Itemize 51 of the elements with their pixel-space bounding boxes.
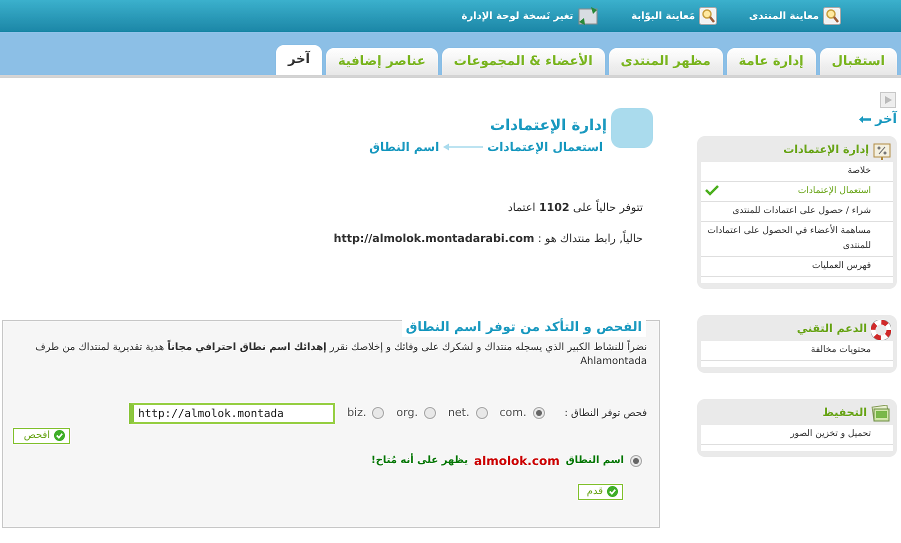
sidebar-item[interactable]: شراء / حصول على اعتمادات للمنتدى [701, 202, 893, 222]
extension-radio[interactable]: .com [500, 404, 544, 422]
extension-radio[interactable]: .org [396, 404, 436, 422]
arrow-left-icon [443, 143, 484, 151]
panel-title: إدارة الإعتمادات [783, 142, 869, 158]
domain-name: almolok.com [474, 452, 560, 470]
page-title: إدارة الإعتمادات [490, 115, 607, 136]
tab[interactable]: إدارة عامة [726, 48, 816, 75]
check-button[interactable]: افحص [13, 428, 70, 444]
radio-button[interactable] [532, 407, 544, 419]
title-decoration [611, 108, 653, 148]
sidebar-item[interactable]: مساهمة الأعضاء في الحصول على اعتمادات للمنتدى [701, 222, 893, 256]
top-link[interactable]: تغير نَسخة لوحة الإدارة [462, 6, 600, 26]
top-link[interactable]: معاينة المنتدى [749, 7, 841, 25]
sidebar-item[interactable]: خلاصة [701, 162, 893, 182]
panel-legend: الفحص و التأكد من توفر اسم النطاق [402, 318, 646, 337]
signboard-icon [873, 142, 891, 160]
radio-button[interactable] [630, 454, 642, 466]
arrow-left-icon [859, 116, 872, 124]
panel-title: التحفيظ [822, 405, 867, 422]
checkmark-circle-icon [607, 486, 618, 497]
tab[interactable]: آخر [276, 45, 322, 75]
tab[interactable]: استقبال [820, 48, 897, 75]
tab[interactable]: عناصر إضافية [326, 48, 438, 75]
tab[interactable]: الأعضاء & المجموعات [442, 48, 605, 75]
tab[interactable]: مظهر المنتدى [608, 48, 723, 75]
result-text: يظهر على أنه مُتاح! [371, 453, 468, 468]
extension-radio[interactable]: .biz [347, 404, 384, 422]
checkmark-icon [705, 184, 719, 196]
panel-title: الدعم التقني [796, 321, 867, 338]
extension-radio[interactable]: .net [448, 404, 488, 422]
submit-button[interactable]: قدم [578, 484, 623, 500]
search-icon [699, 7, 718, 25]
domain-input[interactable]: http://almolok.montada [129, 402, 336, 424]
sidebar-item[interactable]: فهرس العمليات [701, 256, 893, 276]
top-link[interactable]: مَعاينة البوّابة [631, 7, 718, 25]
window-swap-icon [577, 6, 600, 26]
breadcrumb-link[interactable]: استعمال الإعتمادات [487, 138, 603, 156]
radio-button[interactable] [424, 407, 436, 419]
result-text: اسم النطاق [566, 454, 624, 468]
radio-button[interactable] [476, 407, 488, 419]
field-label: فحص توفر النطاق : [564, 406, 647, 420]
play-icon[interactable] [880, 92, 896, 108]
search-icon [823, 7, 841, 25]
breadcrumb-link[interactable]: اسم النطاق [369, 138, 440, 156]
back-link[interactable]: آخر [859, 110, 897, 130]
photo-stack-icon [871, 404, 891, 422]
radio-button[interactable] [372, 407, 384, 419]
checkmark-circle-icon [54, 430, 65, 441]
sidebar-item[interactable]: استعمال الإعتمادات [701, 182, 893, 202]
intro-text: نضراً للنشاط الكبير الذي يسجله منتداك و لشكرك على وفائك و إخلاصك نقرر إهدائك اسم نطاق احترافي مجاناً هدية تقديرية لمنتداك من طرف Ahlamontada [34, 340, 647, 368]
